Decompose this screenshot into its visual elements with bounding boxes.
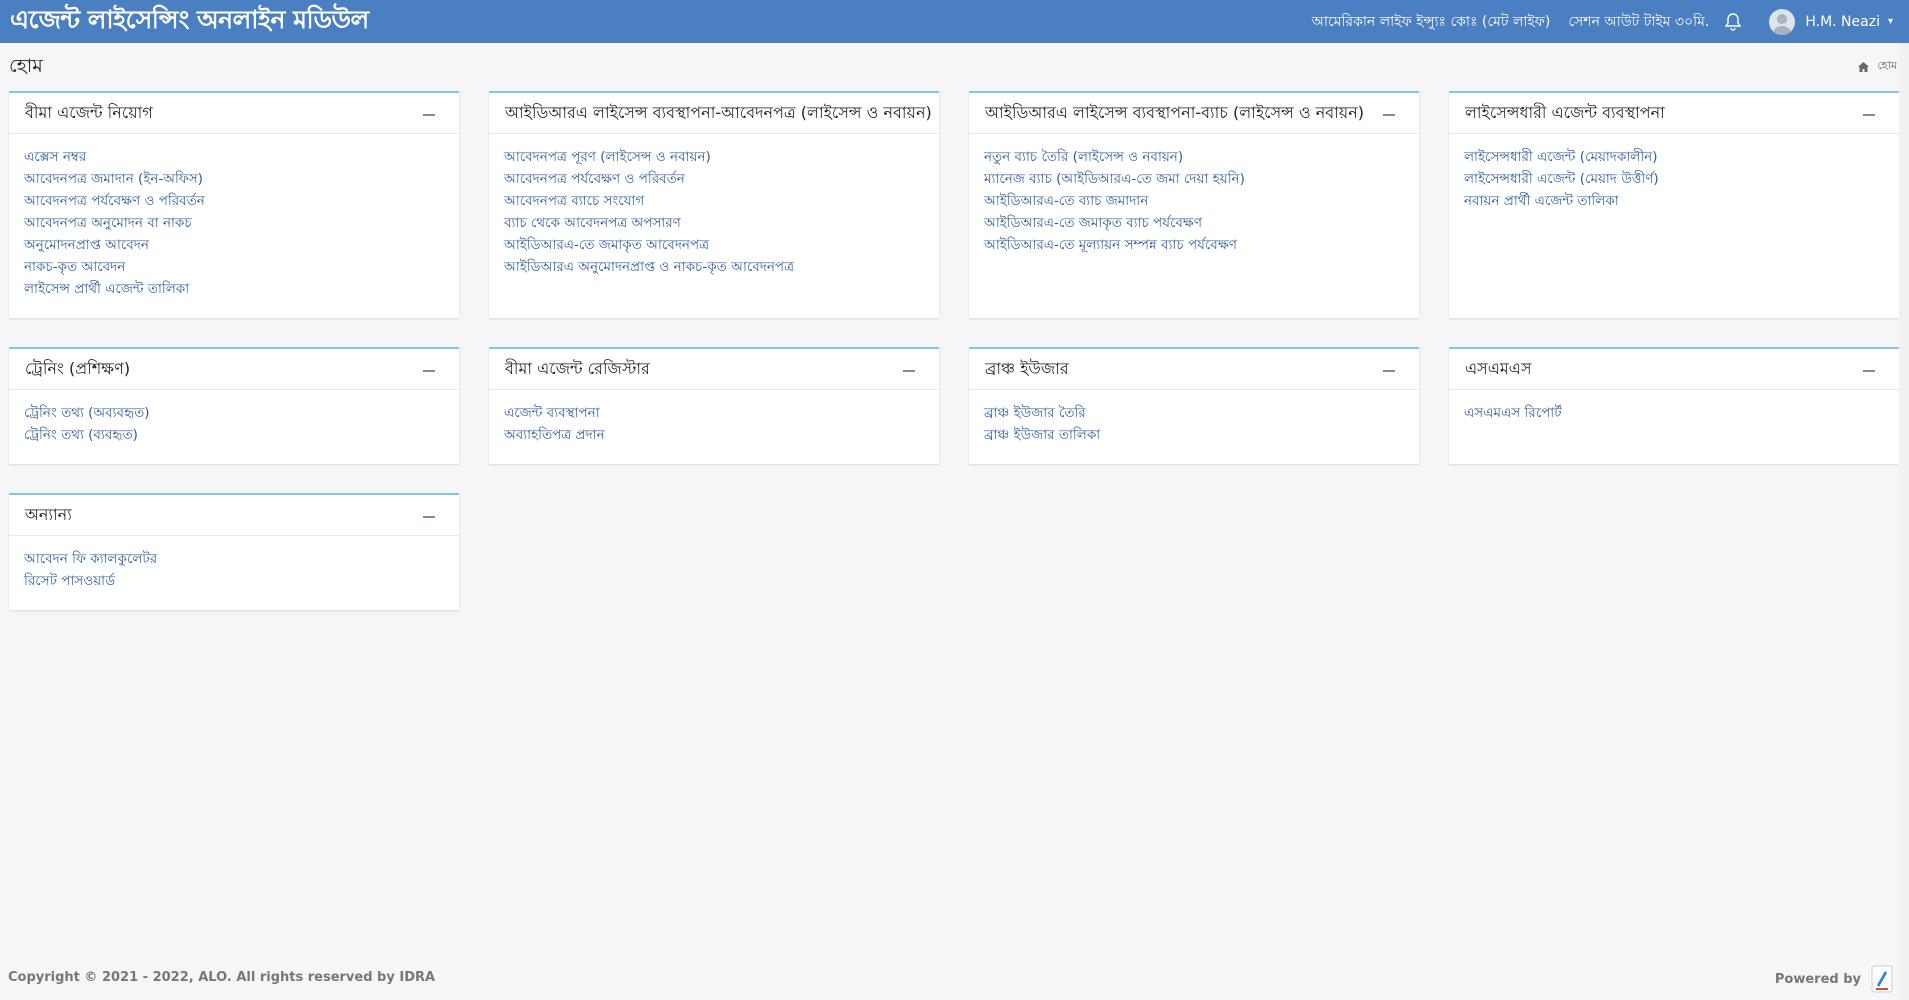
card-body: নতুন ব্যাচ তৈরি (লাইসেন্স ও নবায়ন) ম্যা… (969, 134, 1419, 256)
menu-link[interactable]: নতুন ব্যাচ তৈরি (লাইসেন্স ও নবায়ন) (984, 146, 1403, 168)
user-avatar-icon[interactable] (1769, 8, 1796, 35)
card-header: ট্রেনিং (প্রশিক্ষণ) (9, 349, 459, 390)
collapse-minus-icon[interactable] (423, 370, 435, 372)
menu-link[interactable]: আবেদন ফি ক্যালকুলেটর (24, 548, 443, 570)
card-title: আইডিআরএ লাইসেন্স ব্যবস্থাপনা-আবেদনপত্র (… (505, 102, 932, 122)
breadcrumb: হোম (1858, 57, 1897, 76)
card-header: লাইসেন্সধারী এজেন্ট ব্যবস্থাপনা (1449, 93, 1899, 134)
collapse-minus-icon[interactable] (1863, 114, 1875, 116)
menu-link[interactable]: আইডিআরএ-তে মূল্যায়ন সম্পন্ন ব্যাচ পর্যব… (984, 234, 1403, 256)
powered-by-label: Powered by (1774, 971, 1861, 987)
menu-link[interactable]: লাইসেন্সধারী এজেন্ট (মেয়াদকালীন) (1464, 146, 1883, 168)
vendor-logo-icon[interactable] (1871, 965, 1893, 993)
collapse-minus-icon[interactable] (423, 516, 435, 518)
card-header: অন্যান্য (9, 495, 459, 536)
card-idra-license-application: আইডিআরএ লাইসেন্স ব্যবস্থাপনা-আবেদনপত্র (… (489, 91, 939, 318)
card-header: বীমা এজেন্ট নিয়োগ (9, 93, 459, 134)
card-header: আইডিআরএ লাইসেন্স ব্যবস্থাপনা-ব্যাচ (লাইস… (969, 93, 1419, 134)
card-branch-user: ব্রাঞ্চ ইউজার ব্রাঞ্চ ইউজার তৈরি ব্রাঞ্চ… (969, 347, 1419, 464)
menu-link[interactable]: আবেদনপত্র জমাদান (ইন-অফিস) (24, 168, 443, 190)
card-body: ব্রাঞ্চ ইউজার তৈরি ব্রাঞ্চ ইউজার তালিকা (969, 390, 1419, 446)
powered-by: Powered by (1775, 965, 1893, 993)
menu-link[interactable]: আইডিআরএ-তে জমাকৃত ব্যাচ পর্যবেক্ষণ (984, 212, 1403, 234)
card-sms: এসএমএস এসএমএস রিপোর্ট (1449, 347, 1899, 464)
card-header: এসএমএস (1449, 349, 1899, 390)
collapse-minus-icon[interactable] (423, 114, 435, 116)
page-title: হোম (9, 55, 43, 77)
menu-link[interactable]: আবেদনপত্র পূরণ (লাইসেন্স ও নবায়ন) (504, 146, 923, 168)
menu-link[interactable]: নাকচ-কৃত আবেদন (24, 256, 443, 278)
breadcrumb-home[interactable]: হোম (1877, 57, 1897, 76)
company-name: আমেরিকান লাইফ ইন্স্যুঃ কোঃ (মেট লাইফ) (1311, 13, 1551, 30)
menu-link[interactable]: আইডিআরএ-তে জমাকৃত আবেদনপত্র (504, 234, 923, 256)
home-icon[interactable] (1858, 61, 1870, 72)
menu-link[interactable]: ট্রেনিং তথ্য (ব্যবহৃত) (24, 424, 443, 446)
card-body: আবেদন ফি ক্যালকুলেটর রিসেট পাসওয়ার্ড (9, 536, 459, 592)
username[interactable]: H.M. Neazi (1805, 14, 1880, 30)
card-body: লাইসেন্সধারী এজেন্ট (মেয়াদকালীন) লাইসেন… (1449, 134, 1899, 212)
card-title: লাইসেন্সধারী এজেন্ট ব্যবস্থাপনা (1465, 102, 1665, 122)
collapse-minus-icon[interactable] (1383, 114, 1395, 116)
card-body: আবেদনপত্র পূরণ (লাইসেন্স ও নবায়ন) আবেদন… (489, 134, 939, 278)
caret-down-icon[interactable]: ▾ (1888, 16, 1893, 27)
menu-link[interactable]: ট্রেনিং তথ্য (অব্যবহৃত) (24, 402, 443, 424)
card-header: ব্রাঞ্চ ইউজার (969, 349, 1419, 390)
card-body: ট্রেনিং তথ্য (অব্যবহৃত) ট্রেনিং তথ্য (ব্… (9, 390, 459, 446)
card-agent-register: বীমা এজেন্ট রেজিস্টার এজেন্ট ব্যবস্থাপনা… (489, 347, 939, 464)
menu-link[interactable]: অনুমোদনপ্রাপ্ত আবেদন (24, 234, 443, 256)
footer-copyright: Copyright © 2021 - 2022, ALO. All rights… (8, 970, 436, 985)
card-training: ট্রেনিং (প্রশিক্ষণ) ট্রেনিং তথ্য (অব্যবহ… (9, 347, 459, 464)
card-title: এসএমএস (1465, 358, 1532, 378)
card-title: আইডিআরএ লাইসেন্স ব্যবস্থাপনা-ব্যাচ (লাইস… (985, 102, 1365, 122)
menu-link[interactable]: আবেদনপত্র অনুমোদন বা নাকচ (24, 212, 443, 234)
card-licensed-agent-management: লাইসেন্সধারী এজেন্ট ব্যবস্থাপনা লাইসেন্স… (1449, 91, 1899, 318)
menu-link[interactable]: আবেদনপত্র ব্যাচে সংযোগ (504, 190, 923, 212)
card-header: বীমা এজেন্ট রেজিস্টার (489, 349, 939, 390)
card-agent-recruitment: বীমা এজেন্ট নিয়োগ এক্সেস নম্বর আবেদনপত্… (9, 91, 459, 318)
vertical-scrollbar[interactable] (1899, 43, 1909, 1000)
card-header: আইডিআরএ লাইসেন্স ব্যবস্থাপনা-আবেদনপত্র (… (489, 93, 939, 134)
menu-link[interactable]: এজেন্ট ব্যবস্থাপনা (504, 402, 923, 424)
card-title: বীমা এজেন্ট নিয়োগ (25, 102, 153, 122)
card-title: ট্রেনিং (প্রশিক্ষণ) (25, 358, 131, 378)
menu-link[interactable]: ব্যাচ থেকে আবেদনপত্র অপসারণ (504, 212, 923, 234)
menu-link[interactable]: লাইসেন্সধারী এজেন্ট (মেয়াদ উত্তীর্ণ) (1464, 168, 1883, 190)
collapse-minus-icon[interactable] (903, 370, 915, 372)
card-body: এক্সেস নম্বর আবেদনপত্র জমাদান (ইন-অফিস) … (9, 134, 459, 300)
menu-link[interactable]: ব্রাঞ্চ ইউজার তৈরি (984, 402, 1403, 424)
menu-link[interactable]: রিসেট পাসওয়ার্ড (24, 570, 443, 592)
menu-link[interactable]: আবেদনপত্র পর্যবেক্ষণ ও পরিবর্তন (504, 168, 923, 190)
menu-link[interactable]: নবায়ন প্রার্থী এজেন্ট তালিকা (1464, 190, 1883, 212)
menu-link[interactable]: এক্সেস নম্বর (24, 146, 443, 168)
card-title: অন্যান্য (25, 504, 72, 524)
menu-link[interactable]: আইডিআরএ-তে ব্যাচ জমাদান (984, 190, 1403, 212)
topbar-right: আমেরিকান লাইফ ইন্স্যুঃ কোঃ (মেট লাইফ) সে… (1311, 8, 1899, 35)
menu-link[interactable]: আবেদনপত্র পর্যবেক্ষণ ও পরিবর্তন (24, 190, 443, 212)
card-idra-license-batch: আইডিআরএ লাইসেন্স ব্যবস্থাপনা-ব্যাচ (লাইস… (969, 91, 1419, 318)
menu-link[interactable]: ব্রাঞ্চ ইউজার তালিকা (984, 424, 1403, 446)
bell-icon[interactable] (1725, 12, 1743, 31)
menu-link[interactable]: আইডিআরএ অনুমোদনপ্রাপ্ত ও নাকচ-কৃত আবেদনপ… (504, 256, 923, 278)
card-body: এজেন্ট ব্যবস্থাপনা অব্যাহতিপত্র প্রদান (489, 390, 939, 446)
menu-link[interactable]: এসএমএস রিপোর্ট (1464, 402, 1883, 424)
collapse-minus-icon[interactable] (1383, 370, 1395, 372)
menu-link[interactable]: লাইসেন্স প্রার্থী এজেন্ট তালিকা (24, 278, 443, 300)
collapse-minus-icon[interactable] (1863, 370, 1875, 372)
card-body: এসএমএস রিপোর্ট (1449, 390, 1899, 424)
top-navbar: এজেন্ট লাইসেন্সিং অনলাইন মডিউল আমেরিকান … (0, 0, 1909, 43)
card-title: বীমা এজেন্ট রেজিস্টার (505, 358, 650, 378)
menu-link[interactable]: ম্যানেজ ব্যাচ (আইডিআরএ-তে জমা দেয়া হয়ন… (984, 168, 1403, 190)
menu-link[interactable]: অব্যাহতিপত্র প্রদান (504, 424, 923, 446)
card-others: অন্যান্য আবেদন ফি ক্যালকুলেটর রিসেট পাসও… (9, 493, 459, 610)
card-title: ব্রাঞ্চ ইউজার (985, 358, 1069, 378)
app-brand[interactable]: এজেন্ট লাইসেন্সিং অনলাইন মডিউল (10, 0, 369, 43)
session-timeout: সেশন আউট টাইম ৩০মি. (1568, 13, 1710, 30)
